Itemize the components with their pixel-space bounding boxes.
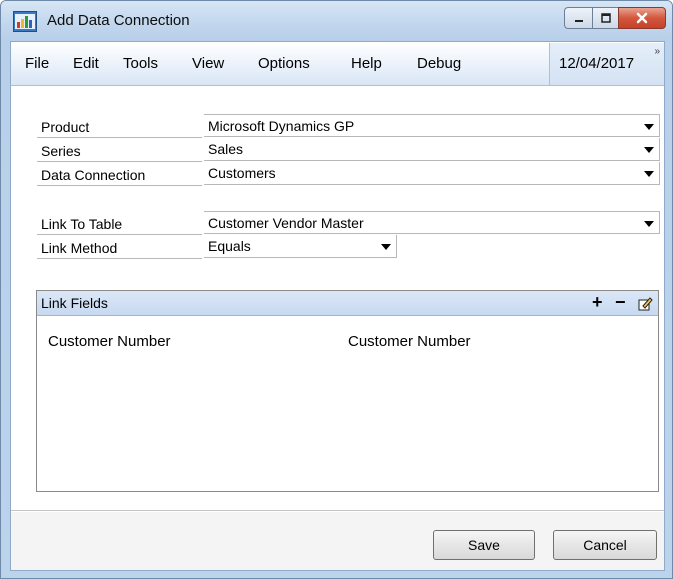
link-to-table-value: Customer Vendor Master <box>208 215 364 231</box>
dialog-client-area: File Edit Tools View Options Help Debug … <box>10 41 665 571</box>
maximize-button[interactable] <box>592 7 618 29</box>
link-method-value: Equals <box>208 238 251 254</box>
series-label: Series <box>37 139 202 162</box>
link-fields-panel: Link Fields + − Customer Number Customer… <box>36 290 659 492</box>
menu-help[interactable]: Help <box>351 55 382 72</box>
link-to-table-dropdown[interactable]: Customer Vendor Master <box>204 211 660 234</box>
overflow-chevron-icon[interactable]: » <box>654 46 660 57</box>
cancel-button[interactable]: Cancel <box>553 530 657 560</box>
menu-debug[interactable]: Debug <box>417 55 461 72</box>
chevron-down-icon <box>644 124 654 130</box>
chevron-down-icon <box>644 147 654 153</box>
menu-view[interactable]: View <box>192 55 224 72</box>
link-to-table-label: Link To Table <box>37 212 202 235</box>
add-icon[interactable]: + <box>592 292 603 313</box>
minimize-icon <box>574 20 583 22</box>
menu-file[interactable]: File <box>25 55 49 72</box>
save-button[interactable]: Save <box>433 530 535 560</box>
data-connection-value: Customers <box>208 165 276 181</box>
title-bar[interactable]: Add Data Connection <box>1 1 672 41</box>
data-connection-dropdown[interactable]: Customers <box>204 162 660 185</box>
window-title: Add Data Connection <box>47 12 190 29</box>
chevron-down-icon <box>381 244 391 250</box>
chevron-down-icon <box>644 221 654 227</box>
data-connection-label: Data Connection <box>37 163 202 186</box>
link-field-source[interactable]: Customer Number <box>48 333 171 350</box>
user-date-box[interactable]: 12/04/2017 » <box>549 43 664 85</box>
maximize-icon <box>600 13 611 23</box>
close-button[interactable] <box>618 7 666 29</box>
edit-icon[interactable] <box>638 295 653 311</box>
user-date: 12/04/2017 <box>559 55 635 72</box>
minimize-button[interactable] <box>564 7 592 29</box>
series-dropdown[interactable]: Sales <box>204 138 660 161</box>
remove-icon[interactable]: − <box>615 292 626 313</box>
window-controls <box>564 7 666 29</box>
menu-tools[interactable]: Tools <box>123 55 158 72</box>
menu-options[interactable]: Options <box>258 55 310 72</box>
data-connection-icon <box>13 11 37 32</box>
product-value: Microsoft Dynamics GP <box>208 118 355 134</box>
link-method-label: Link Method <box>37 236 202 259</box>
chevron-down-icon <box>644 171 654 177</box>
dialog-window: Add Data Connection File Edit Tools View… <box>0 0 673 579</box>
link-method-dropdown[interactable]: Equals <box>204 235 397 258</box>
link-fields-title: Link Fields <box>41 295 108 311</box>
menu-bar: File Edit Tools View Options Help Debug … <box>11 42 664 86</box>
product-dropdown[interactable]: Microsoft Dynamics GP <box>204 114 660 137</box>
menu-edit[interactable]: Edit <box>73 55 99 72</box>
close-icon <box>636 12 648 24</box>
link-fields-header: Link Fields + − <box>37 291 658 316</box>
link-field-target[interactable]: Customer Number <box>348 333 471 350</box>
product-label: Product <box>37 115 202 138</box>
series-value: Sales <box>208 141 244 157</box>
